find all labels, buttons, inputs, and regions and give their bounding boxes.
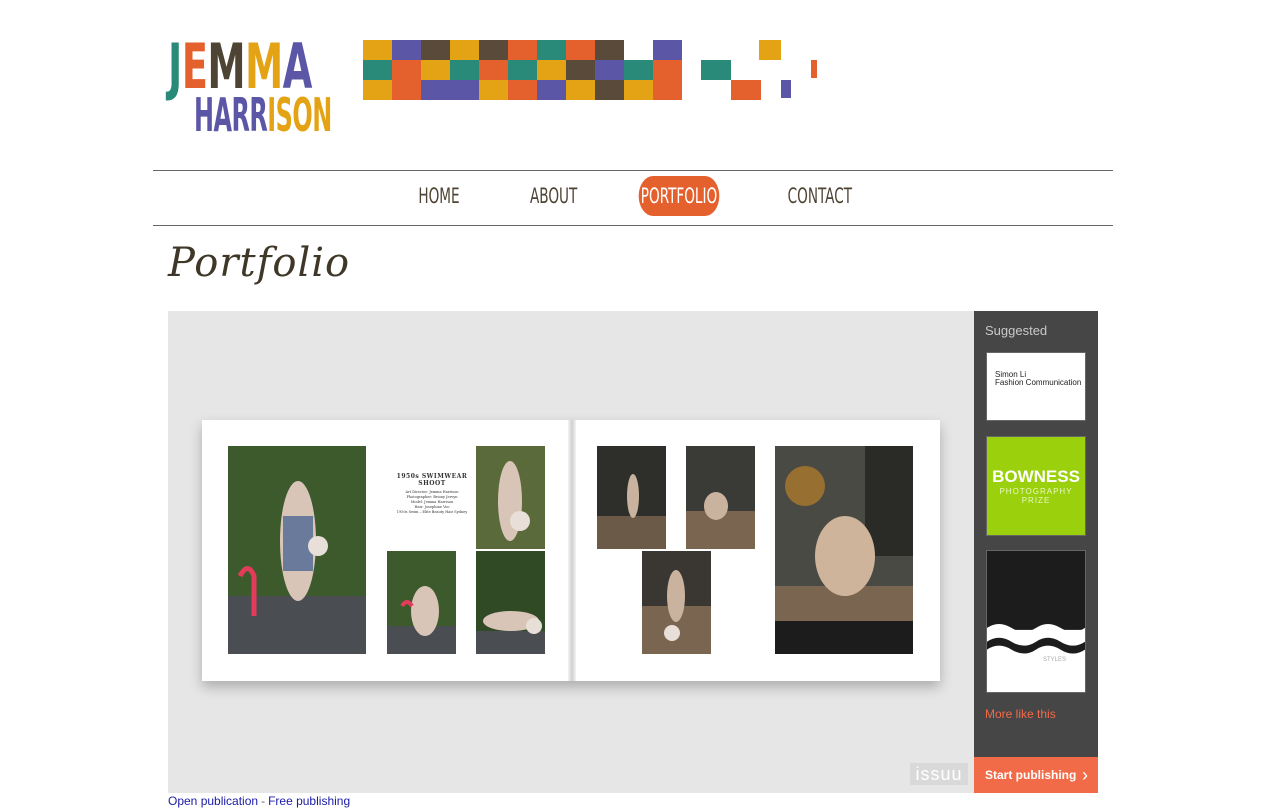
nav-contact[interactable]: Contact	[788, 176, 852, 216]
mosaic-block	[479, 80, 508, 100]
mosaic-block	[731, 80, 761, 100]
photo-model-ball	[476, 446, 545, 549]
suggested-thumb-bowness[interactable]: BOWNESS PHOTOGRAPHY PRIZE	[986, 436, 1086, 536]
page-title: Portfolio	[168, 240, 351, 286]
nav-home[interactable]: Home	[417, 176, 460, 216]
mosaic-block	[781, 80, 791, 98]
issuu-watermark[interactable]: issuu	[910, 763, 968, 785]
mosaic-block	[701, 60, 731, 80]
mosaic-block	[363, 60, 392, 80]
open-publication-link[interactable]: Open publication	[168, 794, 258, 808]
thumb-text: Fashion Communication	[995, 378, 1082, 387]
mosaic-block	[450, 40, 479, 60]
logo-letter: O	[292, 88, 313, 142]
mosaic-block	[566, 80, 595, 100]
embed-footer-links: Open publication - Free publishing	[168, 794, 350, 808]
mosaic-block	[392, 80, 421, 100]
logo-letter: A	[213, 88, 233, 142]
logo-letter: H	[194, 88, 214, 142]
site-logo[interactable]: JEMMA HARRISON	[168, 36, 340, 146]
mosaic-block	[624, 60, 653, 80]
mosaic-block	[508, 40, 537, 60]
mosaic-block	[479, 60, 508, 80]
shoot-title: 1950s SWIMWEAR SHOOT	[396, 473, 468, 487]
logo-letter: S	[275, 88, 293, 142]
thumb-subtitle: PHOTOGRAPHY PRIZE	[999, 487, 1073, 505]
mosaic-block	[595, 80, 624, 100]
chevron-right-icon: ›	[1082, 765, 1088, 785]
free-publishing-link[interactable]: Free publishing	[268, 794, 350, 808]
mosaic-block	[566, 60, 595, 80]
mosaic-block	[450, 60, 479, 80]
thumb-title: BOWNESS	[992, 467, 1080, 486]
suggested-thumb-simon-li[interactable]: Simon Li Fashion Communication	[986, 352, 1086, 421]
mosaic-block	[537, 60, 566, 80]
logo-last-name: HARRISON	[194, 88, 332, 142]
photo-model-reclining	[476, 551, 545, 654]
mosaic-block	[479, 40, 508, 60]
logo-letter: I	[267, 88, 276, 142]
mosaic-block	[421, 60, 450, 80]
issuu-embed[interactable]: 1950s SWIMWEAR SHOOT Art Director: Jemma…	[168, 311, 1098, 793]
mosaic-block	[421, 40, 450, 60]
suggested-thumb-styles[interactable]: STYLES	[986, 550, 1086, 693]
shoot-credits: 1950s SWIMWEAR SHOOT Art Director: Jemma…	[382, 473, 482, 515]
nav-about[interactable]: About	[530, 176, 577, 216]
mosaic-block	[363, 80, 392, 100]
thumb-wave-art	[987, 551, 1085, 692]
credit-line: 1950s Swim – Elite Beauty Hair Sydney	[396, 510, 468, 514]
mosaic-block	[508, 60, 537, 80]
footer-separator: -	[261, 794, 266, 808]
photo-seated-tree	[686, 446, 755, 549]
mosaic-block	[537, 80, 566, 100]
photo-doorway	[597, 446, 666, 549]
publication-spread[interactable]: 1950s SWIMWEAR SHOOT Art Director: Jemma…	[202, 420, 940, 681]
mosaic-block	[595, 40, 624, 60]
suggested-sidebar: Suggested Simon Li Fashion Communication…	[974, 311, 1098, 793]
nav-portfolio[interactable]: Portfolio	[638, 176, 720, 216]
logo-letter: R	[231, 88, 250, 142]
more-like-this-link[interactable]: More like this	[985, 707, 1056, 721]
mosaic-block	[566, 40, 595, 60]
spread-fold	[568, 420, 576, 681]
logo-letter: N	[312, 88, 332, 142]
mosaic-block	[595, 60, 624, 80]
header-mosaic-banner	[363, 40, 823, 100]
mosaic-block	[653, 40, 682, 60]
logo-letter: J	[168, 30, 182, 103]
logo-letter: R	[249, 88, 268, 142]
photo-model-seated-large	[775, 446, 913, 654]
mosaic-block	[759, 40, 781, 60]
mosaic-block	[421, 80, 450, 100]
mosaic-block	[392, 60, 421, 80]
mosaic-block	[537, 40, 566, 60]
mosaic-block	[653, 80, 682, 100]
mosaic-block	[392, 40, 421, 60]
mosaic-block	[508, 80, 537, 100]
suggested-heading: Suggested	[985, 323, 1048, 338]
mosaic-block	[811, 60, 817, 78]
main-nav: Home About Portfolio Contact	[153, 170, 1113, 226]
photo-model-kneeling	[387, 551, 456, 654]
photo-deck-ball	[642, 551, 711, 654]
mosaic-block	[653, 60, 682, 80]
start-publishing-button[interactable]: Start publishing ›	[974, 757, 1098, 793]
photo-model-standing	[228, 446, 366, 654]
mosaic-block	[363, 40, 392, 60]
start-publishing-label: Start publishing	[985, 768, 1077, 782]
mosaic-block	[450, 80, 479, 100]
thumb-text: STYLES	[1043, 657, 1067, 663]
mosaic-block	[624, 80, 653, 100]
